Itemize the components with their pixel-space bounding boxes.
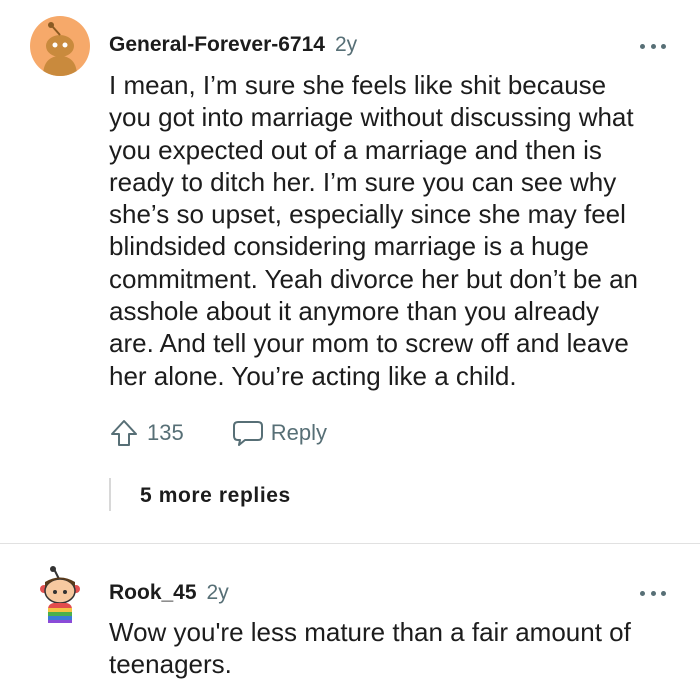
comment-age: 2y	[334, 33, 358, 56]
comment-line: her alone. You’re acting like a child.	[109, 360, 517, 391]
comment-line: I mean, I’m sure she feels like shit bec…	[109, 70, 607, 100]
more-options-icon[interactable]	[640, 588, 666, 598]
comment-age: 2y	[206, 581, 229, 604]
comment-body: I mean, I’m sure she feels like shit bec…	[109, 69, 679, 392]
avatar[interactable]	[30, 16, 90, 76]
reply-bubble-icon	[232, 421, 263, 446]
divider	[0, 543, 700, 544]
username[interactable]: Rook_45	[109, 581, 197, 605]
snoo-avatar-icon	[43, 22, 77, 76]
username[interactable]: General-Forever-6714	[109, 33, 325, 57]
comment: General-Forever-6714 2y I mean, I’m sure…	[0, 0, 700, 545]
comment-line: you got into marriage without discussing…	[109, 102, 634, 133]
reply-button[interactable]: Reply	[232, 418, 327, 448]
snoo-avatar-icon	[40, 566, 80, 623]
comment-line: ready to ditch her. I’m sure you can see…	[109, 166, 617, 197]
upvote-count: 135	[147, 420, 184, 445]
comment: Rook_45 2y Wow you're less mature than a…	[0, 545, 700, 697]
upvote-button[interactable]: 135	[109, 418, 184, 448]
more-replies-link[interactable]: 5 more replies	[140, 484, 291, 508]
comment-line: she’s so upset, especially since she may…	[109, 199, 626, 230]
comment-line: are. And tell your mom to screw off and …	[109, 328, 629, 359]
comment-line: blindsided considering marriage is a hug…	[109, 231, 589, 262]
more-options-icon[interactable]	[640, 41, 666, 51]
comment-body: Wow you're less mature than a fair amoun…	[109, 616, 679, 681]
upvote-arrow-icon	[111, 420, 137, 446]
comment-line: you expected out of a marriage and then …	[109, 134, 602, 165]
comment-line: commitment. Yeah divorce her but don’t b…	[109, 263, 638, 294]
thread-line	[109, 478, 111, 511]
comment-line: Wow you're less mature than a fair amoun…	[109, 617, 631, 647]
reply-label: Reply	[270, 420, 327, 445]
comment-line: teenagers.	[109, 649, 232, 680]
comment-line: asshole about it anymore than you alread…	[109, 296, 599, 327]
avatar[interactable]	[34, 565, 86, 625]
